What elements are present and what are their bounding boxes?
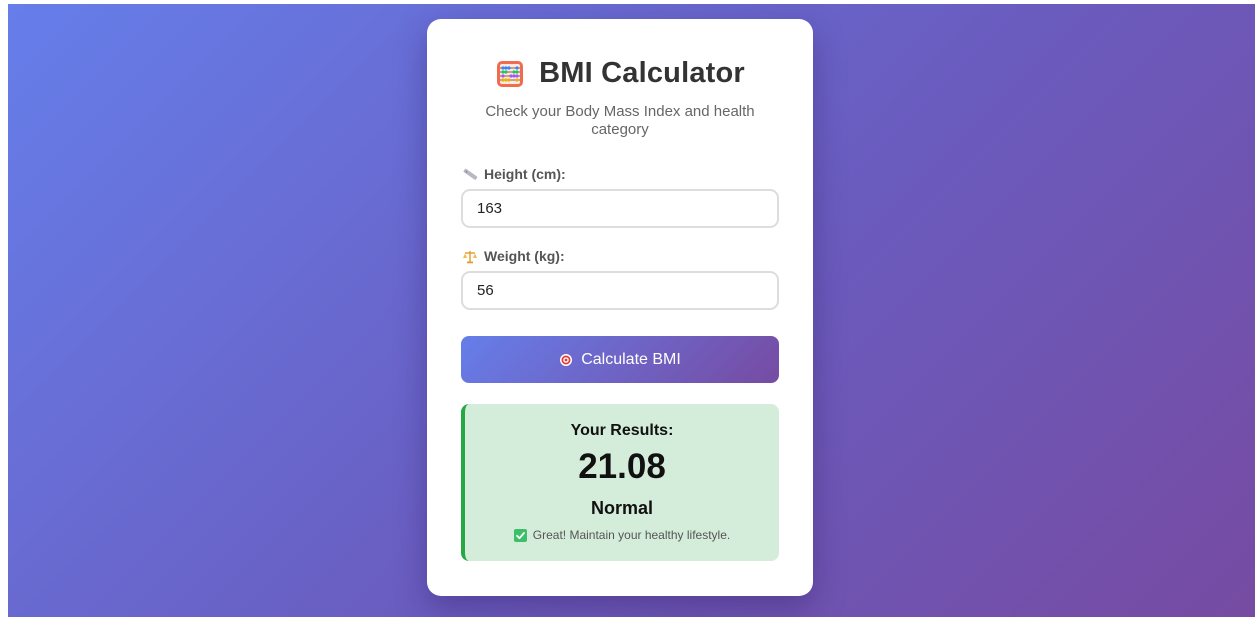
target-icon	[559, 353, 573, 367]
page-background: BMI Calculator Check your Body Mass Inde…	[8, 4, 1255, 617]
bmi-category: Normal	[590, 498, 653, 518]
advice-row: Great! Maintain your healthy lifestyle.	[465, 528, 779, 542]
weight-input[interactable]	[461, 271, 779, 310]
title-row: BMI Calculator	[427, 57, 813, 90]
weight-label-text: Weight (kg):	[484, 248, 565, 264]
abacus-icon	[495, 59, 525, 89]
bmi-value: 21.08	[578, 447, 666, 486]
weight-label: Weight (kg):	[462, 248, 565, 264]
page-subtitle: Check your Body Mass Index and health ca…	[485, 103, 755, 138]
results-heading: Your Results:	[570, 422, 674, 439]
check-icon	[513, 528, 527, 542]
results-panel: Your Results: 21.08 Normal Great! Mainta…	[461, 404, 779, 561]
calculate-bmi-label: Calculate BMI	[581, 350, 681, 368]
height-label: Height (cm):	[462, 166, 566, 182]
page-title: BMI Calculator	[539, 57, 745, 89]
ruler-icon	[462, 166, 478, 182]
calculate-bmi-button[interactable]: Calculate BMI	[461, 336, 779, 383]
height-label-text: Height (cm):	[484, 166, 566, 182]
scale-icon	[462, 248, 478, 264]
bmi-card: BMI Calculator Check your Body Mass Inde…	[427, 19, 813, 596]
height-input[interactable]	[461, 189, 779, 228]
advice-text: Great! Maintain your healthy lifestyle.	[532, 528, 731, 542]
